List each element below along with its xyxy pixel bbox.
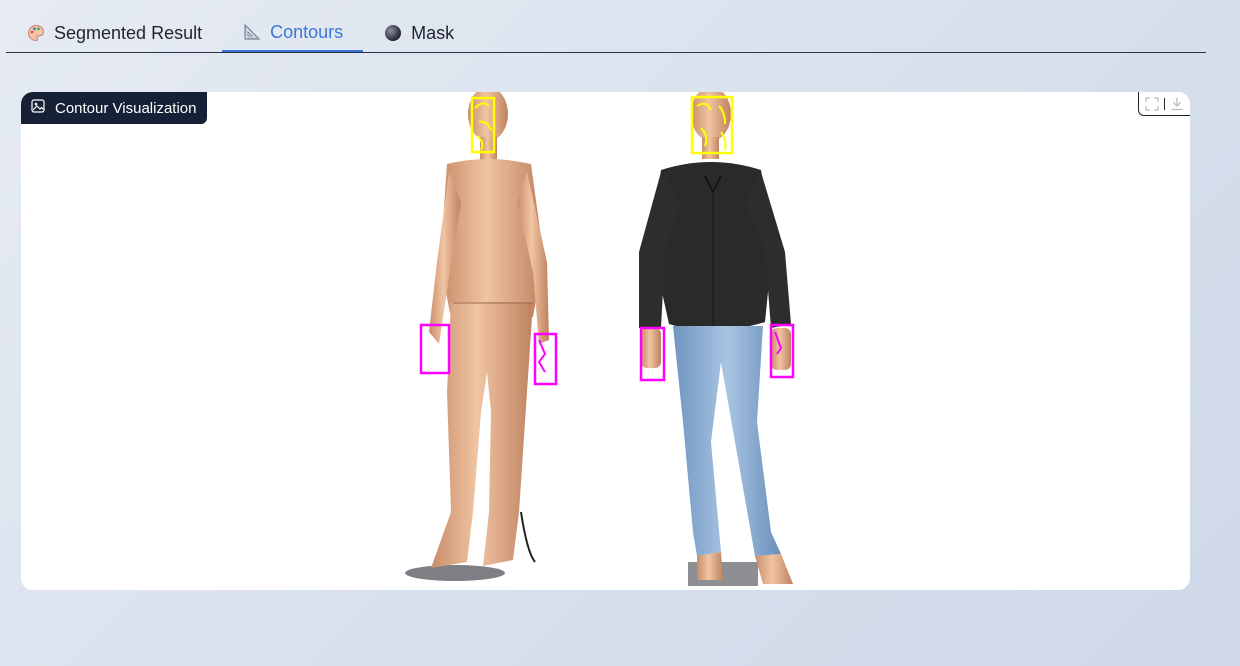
- panel-label: Contour Visualization: [21, 92, 208, 124]
- download-icon[interactable]: [1168, 95, 1186, 113]
- tab-label: Mask: [411, 22, 455, 43]
- panel-label-text: Contour Visualization: [55, 99, 197, 117]
- tab-segmented-result[interactable]: Segmented Result: [6, 14, 222, 52]
- left-mannequin: [405, 92, 549, 581]
- tab-label: Segmented Result: [54, 22, 203, 43]
- image-icon: [31, 99, 45, 117]
- palette-icon: [26, 23, 46, 43]
- hand-contour-left-2: [533, 332, 558, 386]
- tab-mask[interactable]: Mask: [363, 14, 474, 52]
- tab-contours[interactable]: Contours: [222, 14, 364, 52]
- panel-toolbar: [1138, 92, 1190, 116]
- contour-visualization-panel: Contour Visualization: [21, 92, 1190, 590]
- dark-circle-icon: [383, 23, 403, 43]
- contour-image: [405, 92, 795, 586]
- toolbar-divider: [1163, 97, 1165, 110]
- triangle-ruler-icon: [242, 22, 262, 42]
- tab-bar: Segmented Result Contours Mask: [6, 14, 1206, 53]
- fullscreen-icon[interactable]: [1143, 95, 1161, 113]
- tab-label: Contours: [270, 21, 344, 42]
